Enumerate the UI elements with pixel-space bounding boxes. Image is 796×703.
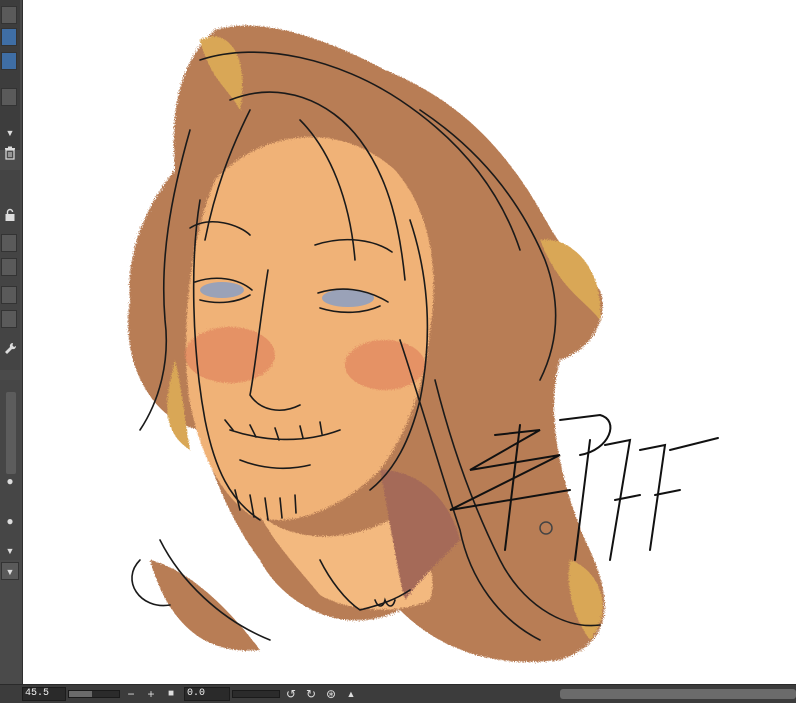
property-button-4[interactable] bbox=[1, 310, 17, 328]
chevron-down-icon[interactable]: ▼ bbox=[1, 562, 19, 580]
panel-button-active[interactable] bbox=[1, 52, 17, 70]
property-button-1[interactable] bbox=[1, 234, 17, 252]
zoom-slider-fill bbox=[69, 691, 92, 697]
rotate-right-icon[interactable]: ↻ bbox=[304, 687, 318, 701]
drawing-canvas[interactable] bbox=[23, 0, 796, 684]
panel-button-2[interactable] bbox=[1, 88, 17, 106]
chevron-down-icon[interactable]: ▼ bbox=[1, 542, 19, 560]
rotation-field[interactable]: 0.0 bbox=[184, 687, 230, 701]
lock-icon[interactable] bbox=[1, 208, 19, 226]
property-button-3[interactable] bbox=[1, 286, 17, 304]
panel-scrollbar[interactable] bbox=[6, 392, 16, 474]
minus-icon[interactable]: − bbox=[124, 687, 138, 701]
horizontal-scrollbar[interactable] bbox=[560, 689, 796, 699]
left-side-panel: ▼ ● ● ▼ ▼ bbox=[0, 0, 23, 684]
reset-icon[interactable]: ⊛ bbox=[324, 687, 338, 701]
circle-control-icon[interactable]: ● bbox=[1, 472, 19, 490]
plus-icon[interactable]: + bbox=[144, 687, 158, 701]
property-button-2[interactable] bbox=[1, 258, 17, 276]
rotate-left-icon[interactable]: ↺ bbox=[284, 687, 298, 701]
zoom-field[interactable]: 45.5 bbox=[22, 687, 66, 701]
panel-button-1[interactable] bbox=[1, 6, 17, 24]
status-bar: 45.5 − + ■ 0.0 ↺ ↻ ⊛ ▲ bbox=[0, 684, 796, 703]
trash-icon[interactable] bbox=[1, 146, 19, 164]
clip-studio-window: ▼ ● ● ▼ ▼ 45.5 − + ■ 0.0 ↺ ↻ ⊛ ▲ bbox=[0, 0, 796, 703]
circle-control-icon[interactable]: ● bbox=[1, 512, 19, 530]
chevron-down-icon[interactable]: ▼ bbox=[1, 124, 19, 142]
wrench-icon[interactable] bbox=[1, 342, 19, 360]
rotation-slider[interactable] bbox=[232, 690, 280, 698]
stop-square-icon[interactable]: ■ bbox=[164, 687, 178, 701]
flip-icon[interactable]: ▲ bbox=[344, 687, 358, 701]
zoom-slider[interactable] bbox=[68, 690, 120, 698]
panel-button-selected[interactable] bbox=[1, 28, 17, 46]
artwork bbox=[128, 25, 719, 662]
